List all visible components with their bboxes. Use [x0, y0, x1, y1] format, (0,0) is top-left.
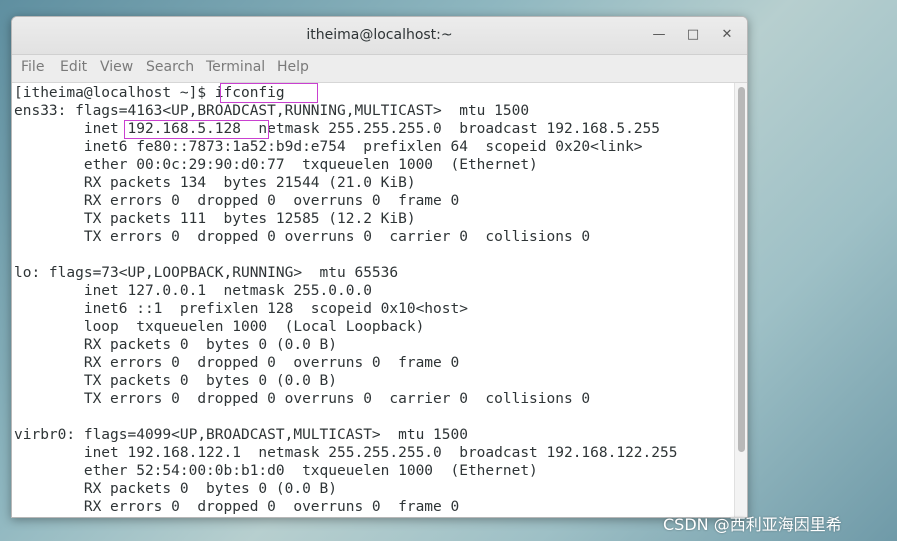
- menu-help[interactable]: Help: [277, 59, 309, 75]
- scrollbar-thumb[interactable]: [738, 87, 745, 452]
- terminal-line: inet6 fe80::7873:1a52:b9d:e754 prefixlen…: [14, 139, 643, 155]
- terminal-line: inet 127.0.0.1 netmask 255.0.0.0: [14, 283, 372, 299]
- terminal-line: ether 00:0c:29:90:d0:77 txqueuelen 1000 …: [14, 157, 538, 173]
- terminal-line: TX packets 111 bytes 12585 (12.2 KiB): [14, 211, 416, 227]
- terminal-line: TX errors 0 dropped 0 overruns 0 carrier…: [14, 391, 591, 407]
- terminal-line: RX errors 0 dropped 0 overruns 0 frame 0: [14, 499, 460, 515]
- terminal-output[interactable]: [itheima@localhost ~]$ ifconfig ens33: f…: [12, 83, 734, 517]
- ip-highlight-box: [124, 120, 269, 139]
- title-bar[interactable]: itheima@localhost:~ — □ ✕: [12, 17, 747, 55]
- terminal-line: ens33: flags=4163<UP,BROADCAST,RUNNING,M…: [14, 103, 530, 119]
- command-highlight-box: [220, 83, 318, 103]
- menu-edit[interactable]: Edit: [60, 59, 87, 75]
- terminal-line: inet 192.168.122.1 netmask 255.255.255.0…: [14, 445, 678, 461]
- menu-search[interactable]: Search: [146, 59, 194, 75]
- menu-terminal[interactable]: Terminal: [206, 59, 265, 75]
- close-icon[interactable]: ✕: [718, 26, 736, 44]
- terminal-line: RX packets 0 bytes 0 (0.0 B): [14, 337, 338, 353]
- minimize-icon[interactable]: —: [650, 26, 668, 44]
- menu-file[interactable]: File: [21, 59, 44, 75]
- vertical-scrollbar[interactable]: [734, 83, 747, 517]
- watermark-text: CSDN @西利亚海因里希: [663, 515, 842, 534]
- menu-bar: File Edit View Search Terminal Help: [12, 55, 747, 83]
- terminal-line: RX packets 134 bytes 21544 (21.0 KiB): [14, 175, 416, 191]
- terminal-line: RX errors 0 dropped 0 overruns 0 frame 0: [14, 355, 460, 371]
- terminal-line: inet6 ::1 prefixlen 128 scopeid 0x10<hos…: [14, 301, 468, 317]
- terminal-line: RX errors 0 dropped 0 overruns 0 frame 0: [14, 193, 460, 209]
- menu-view[interactable]: View: [100, 59, 133, 75]
- terminal-window: itheima@localhost:~ — □ ✕ File Edit View…: [11, 16, 748, 518]
- terminal-line: TX packets 0 bytes 0 (0.0 B): [14, 373, 338, 389]
- window-title: itheima@localhost:~: [306, 27, 453, 43]
- terminal-line: TX errors 0 dropped 0 overruns 0 carrier…: [14, 229, 591, 245]
- terminal-line: RX packets 0 bytes 0 (0.0 B): [14, 481, 338, 497]
- terminal-line: loop txqueuelen 1000 (Local Loopback): [14, 319, 425, 335]
- terminal-line: virbr0: flags=4099<UP,BROADCAST,MULTICAS…: [14, 427, 468, 443]
- terminal-line: lo: flags=73<UP,LOOPBACK,RUNNING> mtu 65…: [14, 265, 399, 281]
- maximize-icon[interactable]: □: [684, 26, 702, 44]
- terminal-line: inet 192.168.5.128 netmask 255.255.255.0…: [14, 121, 661, 137]
- terminal-line: ether 52:54:00:0b:b1:d0 txqueuelen 1000 …: [14, 463, 538, 479]
